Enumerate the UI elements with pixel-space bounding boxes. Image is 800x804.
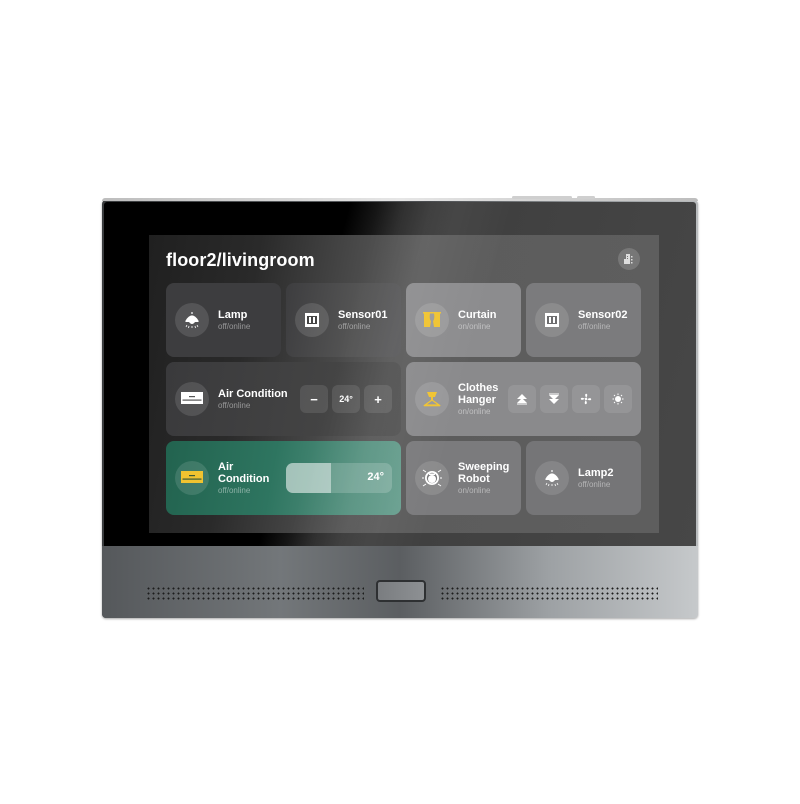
device-icon-circle: [175, 461, 209, 495]
device-icon-circle: [415, 382, 449, 416]
device-name: Curtain: [458, 308, 497, 321]
display-glass: floor2/livingroom Lamp off/online Sensor…: [104, 202, 696, 546]
device-icon-circle: [415, 461, 449, 495]
device-card-lamp[interactable]: Lamp off/online: [166, 283, 281, 357]
device-card-sensor01[interactable]: Sensor01 off/online: [286, 283, 401, 357]
device-name: Lamp: [218, 308, 248, 321]
top-button[interactable]: [512, 196, 572, 199]
building-icon: [624, 254, 633, 264]
top-button-small[interactable]: [577, 196, 595, 199]
device-name-line2: Hanger: [458, 393, 496, 406]
home-button[interactable]: [376, 580, 426, 602]
lower-icon: [549, 393, 559, 404]
device-status: on/online: [458, 406, 491, 416]
device-status: on/online: [458, 321, 491, 331]
device-icon-circle: [295, 303, 329, 337]
speaker-grille-left: [146, 586, 364, 600]
device-icon-circle: [535, 461, 569, 495]
device-name: Sensor01: [338, 308, 388, 321]
device-name-line1: Sweeping: [458, 460, 510, 473]
page-title: floor2/livingroom: [166, 250, 315, 270]
device-icon-circle: [175, 382, 209, 416]
sun-light-icon: [612, 393, 624, 405]
air-conditioner-icon: [181, 471, 203, 483]
device-icon-circle: [535, 303, 569, 337]
device-status: off/online: [218, 321, 251, 331]
device-name: Lamp2: [578, 466, 614, 479]
hanger-fan-dry-button[interactable]: [572, 385, 600, 413]
device-icon-circle: [415, 303, 449, 337]
device-name-line2: Robot: [458, 472, 490, 485]
lamp-icon: [544, 470, 560, 487]
temperature-increase-button[interactable]: +: [364, 385, 392, 413]
device-card-sensor02[interactable]: Sensor02 off/online: [526, 283, 641, 357]
device-card-air-condition[interactable]: Air Condition off/online − 24° +: [166, 362, 401, 436]
hanger-lower-button[interactable]: [540, 385, 568, 413]
temperature-slider[interactable]: 24°: [286, 463, 392, 493]
speaker-grille-right: [440, 586, 658, 600]
sensor-panel-icon: [305, 313, 319, 327]
device-name-line1: Clothes: [458, 381, 499, 394]
device-status: off/online: [218, 400, 251, 410]
hanger-raise-button[interactable]: [508, 385, 536, 413]
clothes-hanger-icon: [422, 392, 442, 407]
device-status: off/online: [578, 479, 611, 489]
device-name-line2: Condition: [218, 472, 270, 485]
device-card-lamp2[interactable]: Lamp2 off/online: [526, 441, 641, 515]
device-status: off/online: [218, 485, 251, 495]
device-name: Sensor02: [578, 308, 628, 321]
device-status: off/online: [338, 321, 371, 331]
curtain-icon: [423, 312, 441, 327]
lamp-icon: [184, 312, 200, 329]
building-button[interactable]: [618, 248, 640, 270]
hanger-light-button[interactable]: [604, 385, 632, 413]
temperature-decrease-button[interactable]: −: [300, 385, 328, 413]
smart-panel-device: floor2/livingroom Lamp off/online Sensor…: [102, 196, 698, 618]
robot-vacuum-icon: [422, 469, 442, 487]
device-card-clothes-hanger[interactable]: Clothes Hanger on/online: [406, 362, 641, 436]
device-status: on/online: [458, 485, 491, 495]
screen: floor2/livingroom Lamp off/online Sensor…: [149, 235, 659, 533]
sensor-panel-icon: [545, 313, 559, 327]
device-card-air-condition-active[interactable]: Air Condition off/online 24°: [166, 441, 401, 515]
device-top-edge: [102, 198, 698, 201]
temperature-slider-fill: [286, 463, 331, 493]
device-name: Air Condition: [218, 387, 288, 400]
device-name-line1: Air: [218, 460, 234, 473]
temperature-value: 24°: [332, 385, 360, 413]
device-card-curtain[interactable]: Curtain on/online: [406, 283, 521, 357]
fan-dry-icon: [580, 393, 592, 405]
device-bottom-bezel: [102, 546, 698, 618]
raise-icon: [517, 394, 527, 405]
air-conditioner-icon: [181, 392, 203, 404]
device-card-sweeping-robot[interactable]: Sweeping Robot on/online: [406, 441, 521, 515]
device-icon-circle: [175, 303, 209, 337]
device-status: off/online: [578, 321, 611, 331]
temperature-slider-value: 24°: [367, 471, 384, 483]
